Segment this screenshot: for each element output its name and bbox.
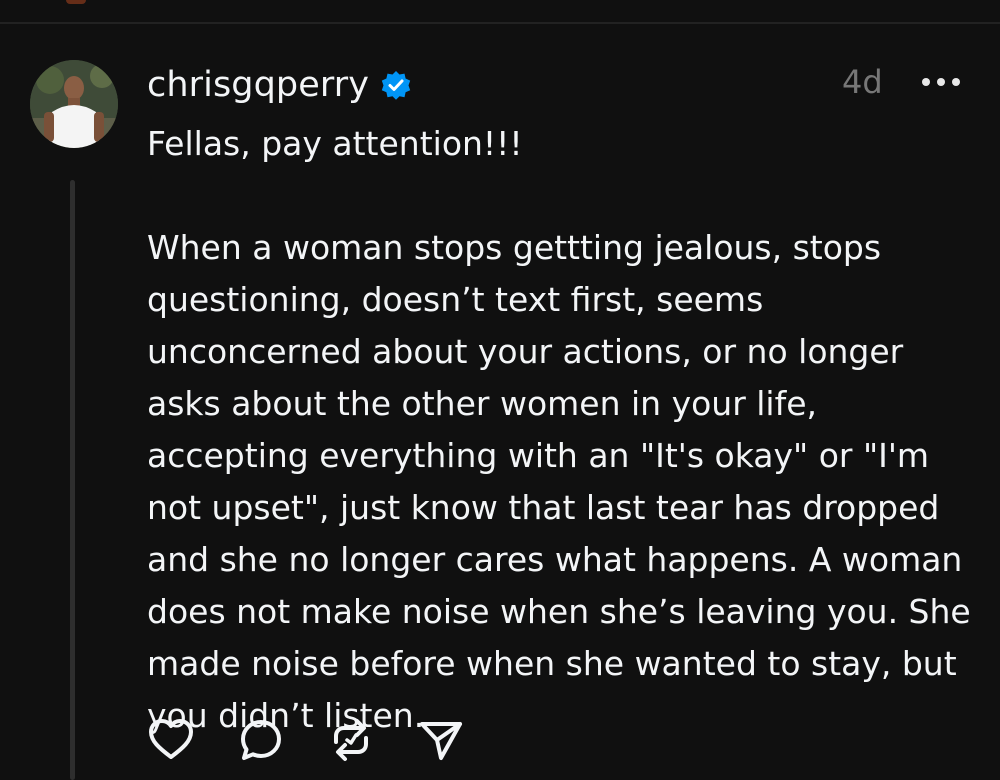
post-actions (145, 712, 505, 768)
username[interactable]: chrisgqperry (147, 65, 369, 105)
previous-post-edge (66, 0, 86, 4)
more-horizontal-icon (922, 78, 930, 86)
share-button[interactable] (415, 714, 467, 766)
heart-icon (149, 719, 193, 759)
avatar[interactable] (30, 60, 118, 148)
post-paragraph: When a woman stops gettting jealous, sto… (147, 228, 982, 735)
repost-button[interactable] (325, 714, 377, 766)
send-icon (420, 722, 462, 760)
more-options-button[interactable] (916, 62, 966, 102)
post-header: chrisgqperry (147, 60, 413, 110)
comment-button[interactable] (235, 714, 287, 766)
like-button[interactable] (145, 714, 197, 766)
post-paragraph: Fellas, pay attention!!! (147, 124, 523, 163)
verified-badge-icon (379, 68, 413, 102)
more-dot (937, 78, 945, 86)
avatar-photo (30, 60, 118, 148)
thread-line (70, 180, 75, 780)
more-dot (952, 78, 960, 86)
post-timestamp: 4d (842, 63, 883, 101)
top-divider (0, 22, 1000, 24)
repost-icon (334, 719, 368, 761)
post-text: Fellas, pay attention!!! When a woman st… (147, 118, 987, 742)
comment-bubble-icon (241, 720, 281, 760)
